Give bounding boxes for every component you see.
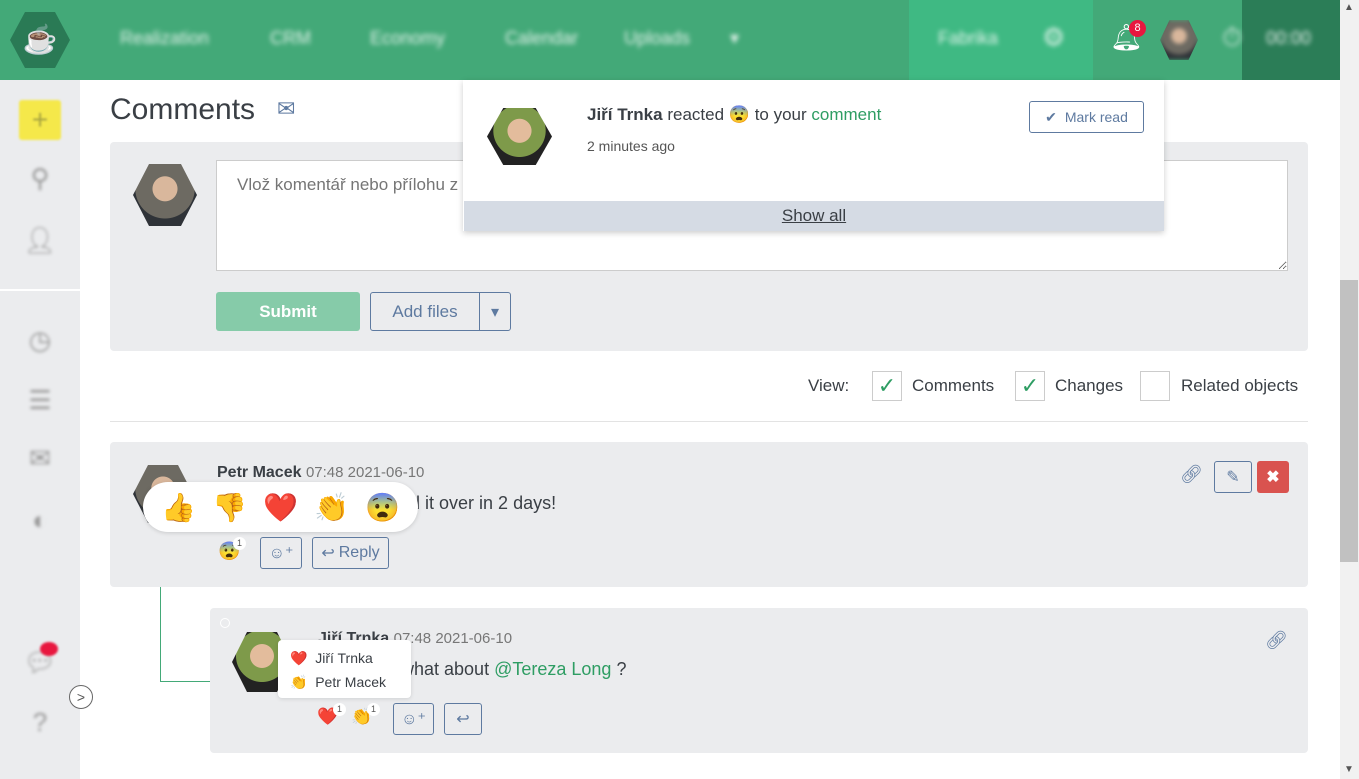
thumbs-down-icon[interactable]: 👎 [212, 491, 247, 524]
edit-button[interactable]: ✎ [1214, 461, 1252, 493]
unread-indicator [220, 618, 230, 628]
related-objects-checkbox[interactable] [1140, 371, 1170, 401]
expand-sidebar-icon[interactable]: > [69, 685, 93, 709]
reaction-count: 1 [367, 703, 380, 716]
clock-icon[interactable]: ◷ [22, 322, 58, 358]
notification-time: 2 minutes ago [587, 138, 675, 154]
notification-comment-link[interactable]: comment [811, 105, 881, 124]
comment-author[interactable]: Petr Macek [217, 464, 302, 481]
notification-badge: 8 [1129, 20, 1146, 37]
reply-button[interactable]: ↩ [444, 703, 482, 735]
settings-icon[interactable]: ⚙ [1042, 22, 1065, 53]
sidebar-divider [0, 289, 80, 291]
comment-text: nd it over in 2 days! [400, 493, 557, 513]
scroll-down-icon[interactable]: ▼ [1344, 764, 1354, 775]
divider [110, 421, 1308, 422]
page-title: Comments [110, 93, 256, 126]
company-switcher[interactable] [909, 0, 1093, 80]
thumbs-up-icon[interactable]: 👍 [161, 491, 196, 524]
comment-time: 07:48 2021-06-10 [305, 464, 425, 481]
delete-button[interactable]: ✖ [1257, 461, 1289, 493]
add-files-dropdown[interactable]: ▾ [479, 292, 511, 331]
toggle-icon[interactable]: ◐ [22, 502, 58, 538]
submit-button[interactable]: Submit [216, 292, 360, 331]
scroll-up-icon[interactable]: ▲ [1344, 2, 1354, 13]
changes-option-label[interactable]: Changes [1055, 376, 1123, 396]
search-icon[interactable]: ⚲ [22, 160, 58, 196]
notification-text[interactable]: Jiří Trnka reacted 😨 to your comment [587, 105, 881, 125]
add-reaction-button[interactable]: ☺⁺ [260, 537, 302, 569]
mark-read-button[interactable]: ✔ Mark read [1029, 101, 1144, 133]
fearful-face-icon[interactable]: 😨 [365, 491, 400, 524]
nav-crm[interactable]: CRM [270, 28, 311, 49]
link-icon[interactable]: 🔗︎ [1180, 464, 1203, 485]
nav-economy[interactable]: Economy [370, 28, 445, 49]
reply-icon: ↩ [321, 545, 335, 562]
help-icon[interactable]: ? [22, 704, 58, 740]
stopwatch-icon[interactable]: ⏱ [1222, 22, 1242, 54]
thread-line [160, 587, 210, 682]
plus-icon[interactable]: + [19, 100, 61, 140]
timer-value: 00:00 [1266, 28, 1312, 48]
nav-realization[interactable]: Realization [120, 28, 209, 49]
reply-button[interactable]: ↩ Reply [312, 537, 389, 569]
nav-more-icon[interactable]: ▾ [730, 28, 739, 49]
scrollbar-thumb[interactable] [1340, 280, 1358, 562]
changes-checkbox[interactable]: ✓ [1015, 371, 1045, 401]
smiley-plus-icon: ☺⁺ [401, 711, 426, 728]
related-objects-option-label[interactable]: Related objects [1181, 376, 1298, 396]
reaction-tooltip: ❤️ Jiří Trnka 👏 Petr Macek [278, 640, 411, 698]
comments-option-label[interactable]: Comments [912, 376, 994, 396]
check-icon: ✔ [1045, 108, 1057, 125]
comments-checkbox[interactable]: ✓ [872, 371, 902, 401]
nav-uploads[interactable]: Uploads [624, 28, 690, 49]
reply-icon: ↩ [456, 711, 470, 728]
list-icon[interactable]: ☰ [22, 382, 58, 418]
show-all-link[interactable]: Show all [464, 201, 1164, 231]
link-icon[interactable]: 🔗︎ [1265, 630, 1288, 651]
chat-icon[interactable]: ✉ [22, 440, 58, 476]
reply-time: 07:48 2021-06-10 [393, 630, 513, 647]
reaction-picker: 👍 👎 ❤️ 👏 😨 [143, 482, 418, 532]
smiley-plus-icon: ☺⁺ [268, 545, 294, 562]
heart-icon[interactable]: ❤️ [263, 491, 298, 524]
heart-icon: ❤️ [290, 650, 308, 666]
close-icon: ✖ [1266, 469, 1280, 486]
mention-link[interactable]: @Tereza Long [494, 659, 611, 679]
reaction-count: 1 [333, 703, 346, 716]
add-reaction-button[interactable]: ☺⁺ [393, 703, 434, 735]
clap-icon[interactable]: 👏 [314, 491, 349, 524]
pencil-icon: ✎ [1226, 469, 1240, 486]
view-label: View: [808, 376, 850, 395]
nav-calendar[interactable]: Calendar [505, 28, 578, 49]
user-icon[interactable]: 👤︎ [22, 222, 58, 258]
add-files-button[interactable]: Add files [370, 292, 480, 331]
company-name[interactable]: Fabrika [938, 28, 998, 49]
email-icon[interactable]: ✉ [277, 96, 295, 122]
reaction-count: 1 [233, 537, 246, 550]
messages-badge [40, 642, 58, 656]
clap-icon: 👏 [290, 674, 308, 690]
